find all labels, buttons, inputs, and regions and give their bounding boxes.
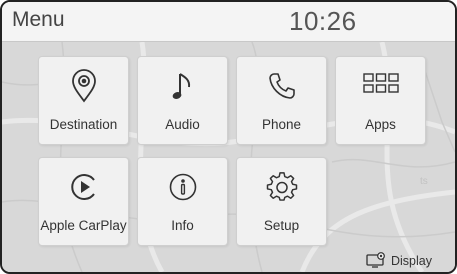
phone-icon [237,69,326,103]
setup-button[interactable]: Setup [236,157,327,246]
head-unit-screen: ts Menu 10:26 Destination Audio Phone Ap… [0,0,457,274]
display-settings-icon [366,251,386,271]
apps-grid-icon [336,69,425,103]
info-icon [138,170,227,204]
carplay-play-icon [39,170,128,204]
page-title: Menu [12,8,65,31]
location-pin-icon [39,69,128,103]
display-button[interactable]: Display [345,250,453,272]
apple-carplay-button[interactable]: Apple CarPlay [38,157,129,246]
tile-label: Audio [165,117,200,132]
svg-text:ts: ts [420,176,428,187]
apps-button[interactable]: Apps [335,56,426,145]
display-label: Display [391,254,432,268]
tile-label: Destination [49,117,118,132]
tile-label: Phone [261,117,302,132]
tile-label: Info [171,218,194,233]
clock: 10:26 [289,6,357,36]
tile-label: Setup [263,218,300,233]
music-note-icon [138,69,227,103]
phone-button[interactable]: Phone [236,56,327,145]
tile-label: Apple CarPlay [40,218,127,233]
tile-label: Apps [365,117,396,132]
audio-button[interactable]: Audio [137,56,228,145]
top-bar: Menu 10:26 [2,2,455,42]
info-button[interactable]: Info [137,157,228,246]
destination-button[interactable]: Destination [38,56,129,145]
gear-icon [237,170,326,204]
